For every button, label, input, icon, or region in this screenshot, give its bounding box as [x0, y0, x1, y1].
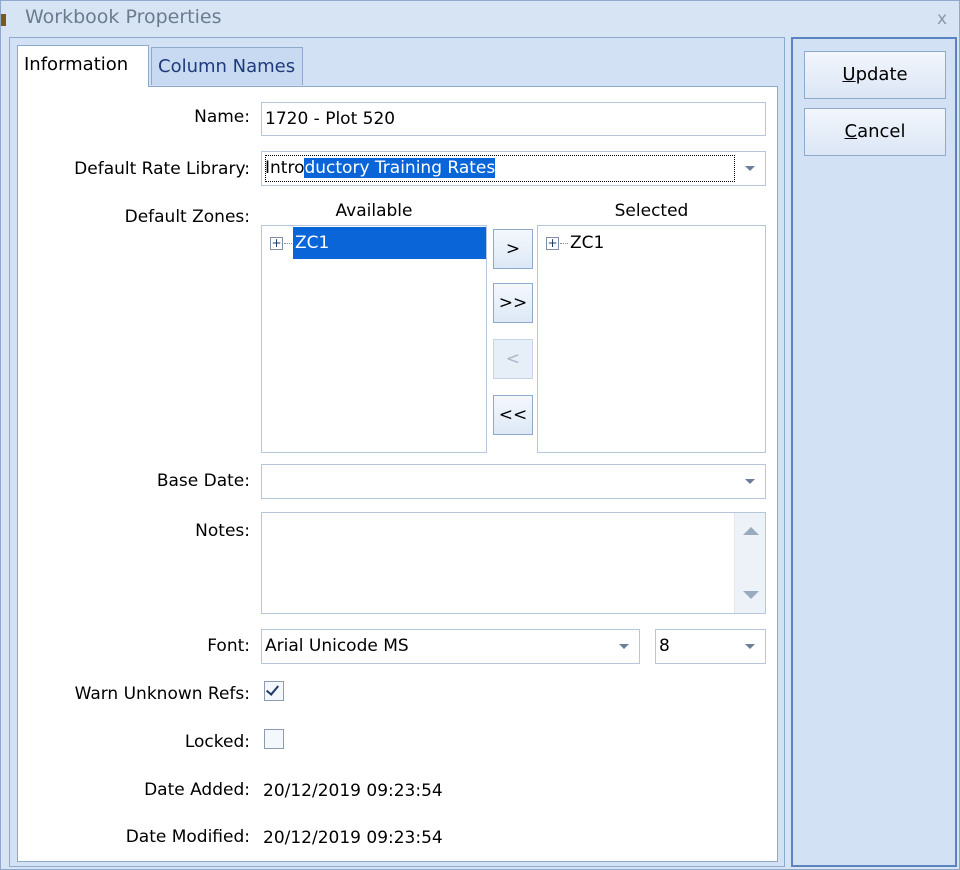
available-item-label: ZC1	[293, 227, 486, 259]
cancel-mnemonic: C	[844, 121, 858, 142]
scroll-down-icon[interactable]	[743, 591, 759, 599]
add-all-button[interactable]: >>	[493, 283, 533, 323]
zones-label: Default Zones:	[124, 207, 250, 227]
expand-icon[interactable]: +	[546, 237, 559, 250]
app-icon	[1, 14, 6, 26]
font-select[interactable]: Arial Unicode MS	[261, 629, 640, 664]
rate-library-label: Default Rate Library:	[74, 159, 250, 179]
cancel-button[interactable]: Cancel	[804, 108, 946, 156]
locked-checkbox[interactable]	[264, 729, 284, 749]
chevron-down-icon[interactable]	[619, 644, 629, 649]
tab-information[interactable]: Information	[17, 45, 149, 87]
cancel-label: ancel	[857, 121, 906, 142]
notes-textarea[interactable]	[261, 512, 766, 614]
date-modified-value: 20/12/2019 09:23:54	[263, 828, 443, 848]
warn-unknown-refs-label: Warn Unknown Refs:	[74, 684, 250, 704]
font-size-select[interactable]: 8	[655, 629, 766, 664]
list-item[interactable]: + ZC1	[538, 227, 765, 259]
selected-zones-list[interactable]: + ZC1	[537, 225, 766, 453]
tab-container: Information Column Names Name: 1720 - Pl…	[9, 37, 785, 867]
locked-label: Locked:	[184, 732, 250, 752]
date-modified-label: Date Modified:	[125, 827, 250, 847]
action-sidebar	[791, 37, 957, 867]
expand-icon[interactable]: +	[270, 237, 283, 250]
warn-unknown-refs-checkbox[interactable]	[264, 681, 284, 701]
tree-connector	[560, 243, 568, 244]
base-date-label: Base Date:	[156, 471, 250, 491]
title-bar: Workbook Properties x	[1, 1, 959, 37]
close-icon[interactable]: x	[937, 9, 947, 29]
remove-button[interactable]: <	[493, 339, 533, 379]
notes-scrollbar[interactable]	[734, 513, 765, 613]
name-label: Name:	[194, 107, 250, 127]
workbook-properties-window: Workbook Properties x Information Column…	[0, 0, 960, 870]
selected-item-label: ZC1	[570, 233, 605, 253]
information-panel: Name: 1720 - Plot 520 Default Rate Libra…	[17, 86, 778, 862]
font-size-value: 8	[659, 636, 670, 656]
list-item[interactable]: + ZC1	[262, 227, 486, 259]
available-zones-list[interactable]: + ZC1	[261, 225, 487, 453]
window-title: Workbook Properties	[25, 6, 222, 28]
font-value: Arial Unicode MS	[265, 636, 409, 656]
rate-library-select[interactable]: Introductory Training Rates	[261, 151, 766, 186]
chevron-down-icon[interactable]	[745, 644, 755, 649]
date-added-value: 20/12/2019 09:23:54	[263, 781, 443, 801]
update-label: pdate	[855, 64, 908, 85]
tab-column-names[interactable]: Column Names	[151, 47, 303, 85]
rate-library-text-unselected: Intro	[265, 158, 305, 178]
scroll-up-icon[interactable]	[743, 527, 759, 535]
available-header: Available	[335, 201, 413, 221]
remove-all-button[interactable]: <<	[493, 395, 533, 435]
check-icon	[265, 682, 280, 696]
add-button[interactable]: >	[493, 229, 533, 269]
notes-label: Notes:	[195, 521, 250, 541]
update-mnemonic: U	[842, 64, 856, 85]
update-button[interactable]: Update	[804, 51, 946, 99]
chevron-down-icon[interactable]	[745, 166, 755, 171]
selected-header: Selected	[614, 201, 689, 221]
rate-library-text-selected: ductory Training Rates	[304, 158, 496, 178]
font-label: Font:	[207, 636, 250, 656]
base-date-select[interactable]	[261, 464, 766, 499]
date-added-label: Date Added:	[144, 780, 250, 800]
tree-connector	[284, 243, 292, 244]
name-input[interactable]: 1720 - Plot 520	[261, 102, 766, 136]
chevron-down-icon[interactable]	[745, 479, 755, 484]
